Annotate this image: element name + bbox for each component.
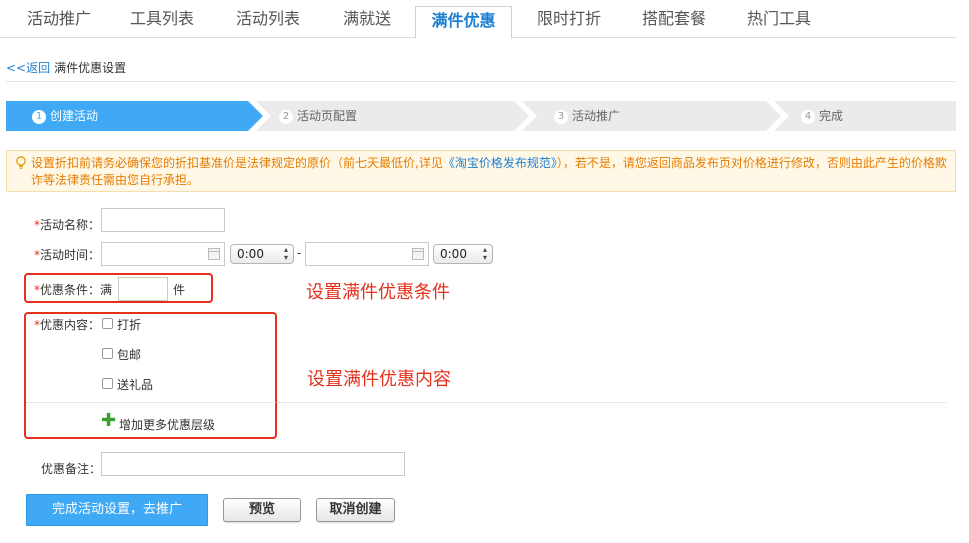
gift-option-label[interactable]: 送礼品	[117, 376, 153, 393]
step-page-config: 2 活动页配置	[279, 101, 357, 131]
tab-hot-tools[interactable]: 热门工具	[734, 0, 824, 38]
step-number: 4	[801, 110, 815, 124]
step-number: 2	[279, 110, 293, 124]
progress-steps: 1 创建活动 2 活动页配置 3 活动推广 4 完成	[6, 101, 956, 131]
tab-tool-list[interactable]: 工具列表	[117, 0, 207, 38]
calendar-icon[interactable]	[412, 248, 424, 260]
select-arrows-icon: ▴ ▾	[283, 245, 288, 262]
activity-name-label: *活动名称：	[34, 216, 100, 233]
free-shipping-checkbox[interactable]	[102, 348, 113, 359]
label-text: 优惠条件：	[40, 283, 101, 297]
activity-name-input[interactable]	[101, 208, 225, 232]
step-label: 创建活动	[50, 109, 99, 123]
start-date-input[interactable]	[101, 242, 225, 266]
price-rules-link[interactable]: 《淘宝价格发布规范》	[443, 156, 557, 170]
step-promote: 3 活动推广	[554, 101, 620, 131]
select-arrows-icon: ▴ ▾	[482, 245, 487, 262]
step-finish: 4 完成	[801, 101, 843, 131]
discount-option-label[interactable]: 打折	[117, 316, 141, 333]
finish-setup-button[interactable]: 完成活动设置，去推广	[26, 494, 208, 526]
page-title: 满件优惠设置	[54, 61, 127, 75]
add-tier-link[interactable]: 增加更多优惠层级	[119, 416, 215, 433]
tab-flash-discount[interactable]: 限时打折	[524, 0, 614, 38]
back-link[interactable]: <<返回	[6, 61, 50, 75]
header-divider	[6, 81, 956, 82]
remark-label: 优惠备注：	[41, 462, 102, 476]
step-create: 1 创建活动	[32, 101, 98, 131]
price-notice: 设置折扣前请务必确保您的折扣基准价是法律规定的原价（前七天最低价,详见《淘宝价格…	[6, 150, 956, 192]
calendar-icon[interactable]	[208, 248, 220, 260]
free-shipping-option-label[interactable]: 包邮	[117, 346, 141, 363]
top-tab-bar: 活动推广 工具列表 活动列表 满就送 满件优惠 限时打折 搭配套餐 热门工具	[0, 0, 956, 39]
end-date-input[interactable]	[305, 242, 429, 266]
label-text: 活动名称：	[40, 218, 101, 232]
gift-checkbox[interactable]	[102, 378, 113, 389]
condition-label: *优惠条件：满	[34, 281, 112, 298]
step-label: 活动推广	[572, 109, 621, 123]
preview-button[interactable]: 预览	[223, 498, 301, 522]
step-number: 3	[554, 110, 568, 124]
quantity-input[interactable]	[118, 277, 168, 301]
start-time-value: 0:00	[237, 247, 264, 261]
step-label: 完成	[819, 109, 844, 123]
end-time-select[interactable]: 0:00 ▴ ▾	[433, 244, 493, 264]
breadcrumb: <<返回 满件优惠设置	[6, 59, 126, 76]
time-separator: -	[297, 246, 302, 260]
condition-suffix: 件	[173, 283, 186, 297]
tab-activity-list[interactable]: 活动列表	[223, 0, 313, 38]
discount-checkbox[interactable]	[102, 318, 113, 329]
start-time-select[interactable]: 0:00 ▴ ▾	[230, 244, 294, 264]
plus-icon[interactable]: ✚	[101, 412, 116, 430]
tab-full-gift[interactable]: 满就送	[322, 0, 412, 38]
condition-annotation: 设置满件优惠条件	[306, 282, 450, 303]
content-label: *优惠内容：	[34, 316, 100, 333]
tab-bundle[interactable]: 搭配套餐	[629, 0, 719, 38]
tab-promotion[interactable]: 活动推广	[14, 0, 104, 38]
label-text: 优惠内容：	[40, 318, 101, 332]
condition-prefix: 满	[100, 283, 113, 297]
tab-quantity-discount[interactable]: 满件优惠	[415, 6, 512, 39]
content-annotation: 设置满件优惠内容	[307, 369, 451, 390]
step-label: 活动页配置	[297, 109, 358, 123]
notice-text-before: 设置折扣前请务必确保您的折扣基准价是法律规定的原价（前七天最低价,详见	[31, 156, 443, 170]
activity-time-label: *活动时间：	[34, 246, 100, 263]
remark-input[interactable]	[101, 452, 405, 476]
lightbulb-icon	[16, 156, 26, 169]
label-text: 活动时间：	[40, 248, 101, 262]
step-number: 1	[32, 110, 46, 124]
tier-divider	[26, 402, 946, 403]
end-time-value: 0:00	[440, 247, 467, 261]
cancel-create-button[interactable]: 取消创建	[316, 498, 395, 522]
